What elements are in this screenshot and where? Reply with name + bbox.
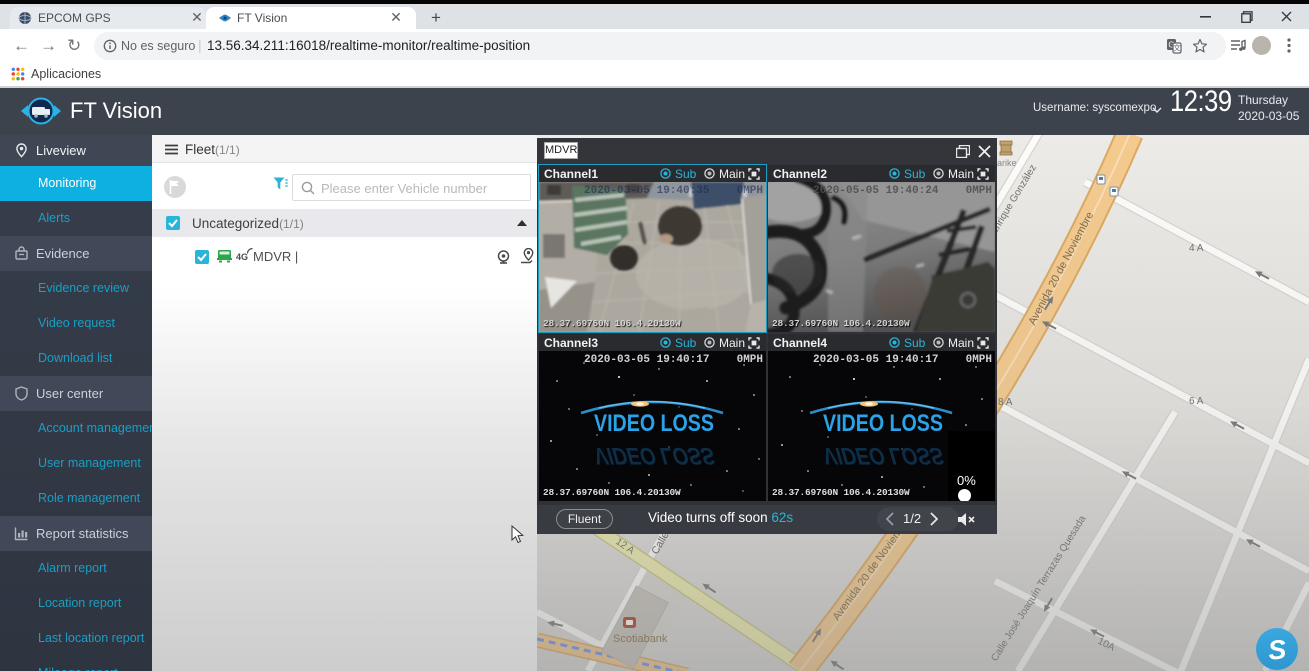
svg-text:S: S xyxy=(1267,634,1288,666)
svg-text:VIDEO LOSS: VIDEO LOSS xyxy=(823,410,943,437)
svg-text:VIDEO LOSS: VIDEO LOSS xyxy=(594,410,714,437)
svg-text:文: 文 xyxy=(1173,43,1181,53)
svg-text:VIDEO LOSS: VIDEO LOSS xyxy=(590,442,718,468)
svg-text:VIDEO LOSS: VIDEO LOSS xyxy=(819,442,947,468)
